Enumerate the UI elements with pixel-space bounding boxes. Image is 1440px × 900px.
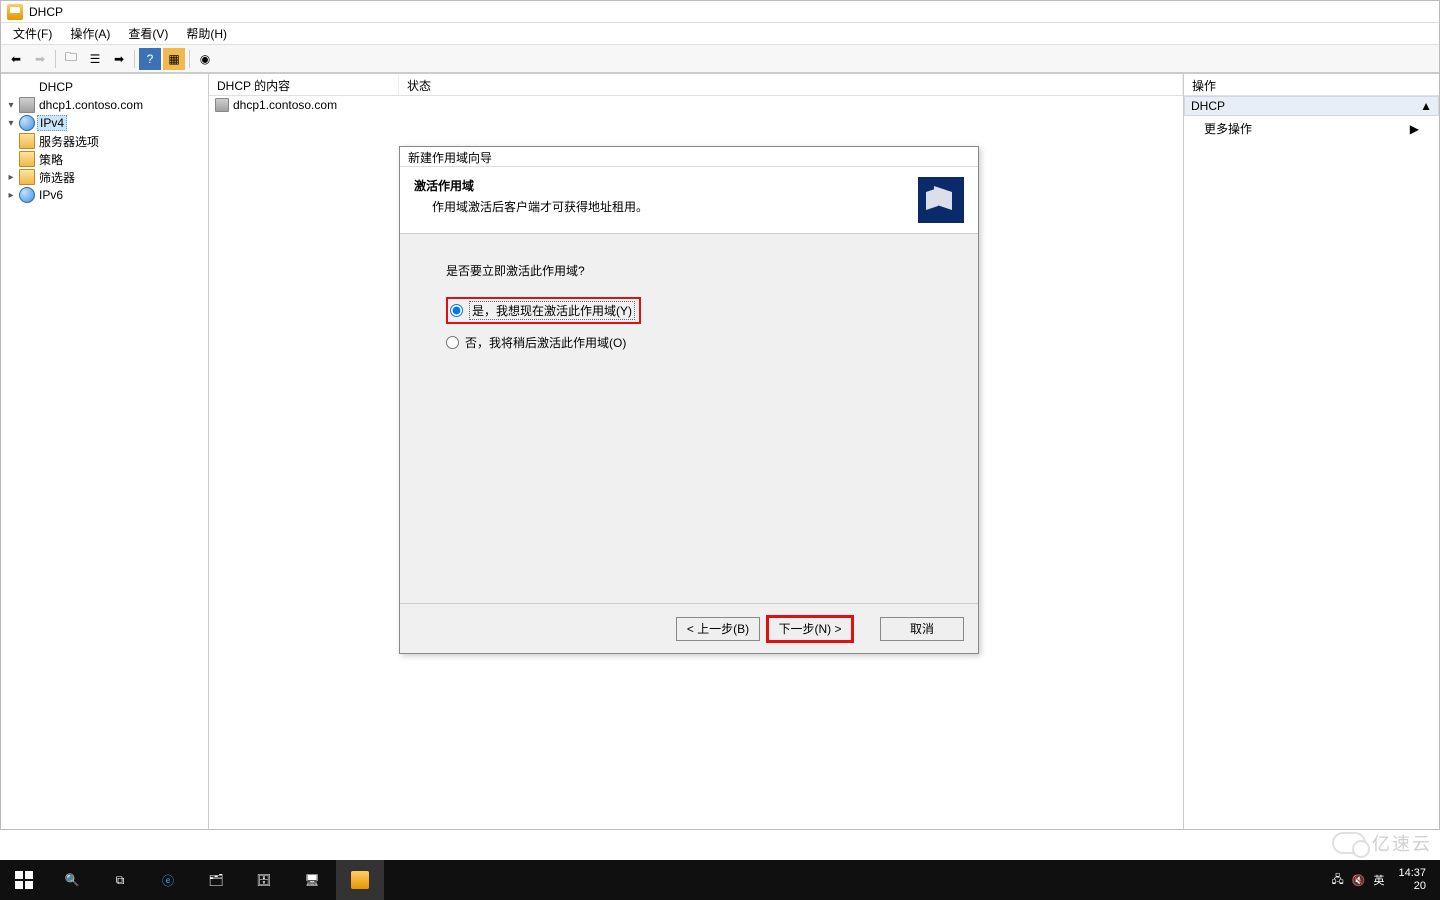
dhcp-app-icon <box>7 4 23 20</box>
wizard-next-button[interactable]: 下一步(N) > <box>768 617 852 641</box>
collapse-icon[interactable]: ▲ <box>1420 99 1432 113</box>
actions-header: 操作 <box>1184 74 1439 96</box>
task-view-icon[interactable]: ⧉ <box>96 860 144 900</box>
result-pane: DHCP 的内容 状态 dhcp1.contoso.com 新建作用域向导 激活… <box>209 74 1184 829</box>
watermark-text: 亿速云 <box>1372 830 1432 856</box>
column-state[interactable]: 状态 <box>399 74 1183 95</box>
watermark-logo-icon <box>1332 832 1366 854</box>
taskbar-clock[interactable]: 14:37 20 <box>1392 867 1432 893</box>
server-icon <box>215 98 229 112</box>
taskbar-dhcp-icon[interactable] <box>336 860 384 900</box>
folder-icon <box>19 169 35 185</box>
wizard-heading: 激活作用域 <box>414 177 918 194</box>
menu-file[interactable]: 文件(F) <box>5 23 60 44</box>
wizard-footer: < 上一步(B) 下一步(N) > 取消 <box>400 603 978 653</box>
system-tray[interactable]: 🖧 🔇 英 14:37 20 <box>1324 867 1440 893</box>
actions-section[interactable]: DHCP ▲ <box>1184 96 1439 116</box>
folder-icon <box>19 133 35 149</box>
watermark: 亿速云 <box>1332 830 1432 856</box>
scope-tree[interactable]: DHCP ▾ dhcp1.contoso.com ▾ IPv4 服务器选项 策略 ▸… <box>1 74 209 829</box>
clock-date: 20 <box>1398 880 1426 893</box>
radio-activate-yes[interactable] <box>450 304 463 317</box>
up-icon[interactable]: 🗀 <box>60 48 82 70</box>
actions-more[interactable]: 更多操作 ▶ <box>1184 116 1439 141</box>
back-icon[interactable]: ⬅ <box>5 48 27 70</box>
wizard-body: 是否要立即激活此作用域? 是，我想现在激活此作用域(Y) 否，我将稍后激活此作用… <box>400 234 978 603</box>
radio-activate-no[interactable] <box>446 336 459 349</box>
dhcp-console-window: DHCP 文件(F) 操作(A) 查看(V) 帮助(H) ⬅ ➡ 🗀 ☰ ➡ ?… <box>0 0 1440 830</box>
network-icon[interactable]: 🖧 <box>1332 871 1344 890</box>
clock-time: 14:37 <box>1398 867 1426 880</box>
taskbar: 🔍 ⧉ ⓔ 🗂 🗄 🖥 🖧 🔇 英 14:37 20 <box>0 860 1440 900</box>
wizard-cancel-button[interactable]: 取消 <box>880 617 964 641</box>
tree-server[interactable]: dhcp1.contoso.com <box>37 98 145 112</box>
help-icon[interactable]: ? <box>139 48 161 70</box>
console-title: DHCP <box>29 5 63 19</box>
radio-activate-no-label[interactable]: 否，我将稍后激活此作用域(O) <box>465 334 626 351</box>
search-icon[interactable]: 🔍 <box>48 860 96 900</box>
ime-indicator[interactable]: 英 <box>1373 872 1384 888</box>
tree-policies[interactable]: 策略 <box>37 151 65 168</box>
highlight-activate-yes: 是，我想现在激活此作用域(Y) <box>446 297 641 324</box>
list-header: DHCP 的内容 状态 <box>209 74 1183 96</box>
taskbar-app1-icon[interactable]: 🖥 <box>288 860 336 900</box>
wizard-header: 激活作用域 作用域激活后客户端才可获得地址租用。 <box>400 167 978 234</box>
tree-server-options[interactable]: 服务器选项 <box>37 133 101 150</box>
new-scope-wizard-dialog: 新建作用域向导 激活作用域 作用域激活后客户端才可获得地址租用。 是否要立即激活… <box>399 146 979 654</box>
wizard-titlebar: 新建作用域向导 <box>400 147 978 167</box>
toolbar: ⬅ ➡ 🗀 ☰ ➡ ? ▦ ◉ <box>1 45 1439 73</box>
ipv6-icon <box>19 187 35 203</box>
server-manager-icon[interactable]: 🗄 <box>240 860 288 900</box>
wizard-question: 是否要立即激活此作用域? <box>446 262 938 279</box>
menu-help[interactable]: 帮助(H) <box>178 23 235 44</box>
column-name[interactable]: DHCP 的内容 <box>209 74 399 95</box>
chevron-right-icon: ▶ <box>1410 122 1419 136</box>
forward-icon[interactable]: ➡ <box>29 48 51 70</box>
server-icon <box>19 97 35 113</box>
export-list-icon[interactable]: ➡ <box>108 48 130 70</box>
actions-pane: 操作 DHCP ▲ 更多操作 ▶ <box>1184 74 1439 829</box>
menu-view[interactable]: 查看(V) <box>120 23 176 44</box>
menu-action[interactable]: 操作(A) <box>62 23 118 44</box>
tree-ipv4[interactable]: IPv4 <box>37 115 67 131</box>
expand-icon[interactable]: ▾ <box>5 100 17 111</box>
wizard-banner-icon <box>918 177 964 223</box>
stop-icon[interactable]: ◉ <box>194 48 216 70</box>
show-hide-tree-icon[interactable]: ☰ <box>84 48 106 70</box>
list-item[interactable]: dhcp1.contoso.com <box>209 96 1183 114</box>
expand-icon[interactable]: ▾ <box>5 118 17 129</box>
menu-bar: 文件(F) 操作(A) 查看(V) 帮助(H) <box>1 23 1439 45</box>
expand-icon[interactable]: ▸ <box>5 172 17 183</box>
ipv4-icon <box>19 115 35 131</box>
folder-icon <box>19 151 35 167</box>
actions-more-label: 更多操作 <box>1204 120 1252 137</box>
actions-section-label: DHCP <box>1191 99 1225 113</box>
list-item-name: dhcp1.contoso.com <box>233 98 337 112</box>
wizard-back-button[interactable]: < 上一步(B) <box>676 617 760 641</box>
properties-icon[interactable]: ▦ <box>163 48 185 70</box>
dhcp-root-icon <box>19 79 35 95</box>
ie-icon[interactable]: ⓔ <box>144 860 192 900</box>
start-icon[interactable] <box>0 860 48 900</box>
tree-root[interactable]: DHCP <box>37 80 75 94</box>
explorer-icon[interactable]: 🗂 <box>192 860 240 900</box>
wizard-subheading: 作用域激活后客户端才可获得地址租用。 <box>414 198 918 215</box>
sound-icon[interactable]: 🔇 <box>1352 874 1366 887</box>
console-titlebar: DHCP <box>1 1 1439 23</box>
expand-icon[interactable]: ▸ <box>5 190 17 201</box>
tree-ipv6[interactable]: IPv6 <box>37 188 65 202</box>
radio-activate-yes-label[interactable]: 是，我想现在激活此作用域(Y) <box>469 301 635 320</box>
tree-filters[interactable]: 筛选器 <box>37 169 77 186</box>
